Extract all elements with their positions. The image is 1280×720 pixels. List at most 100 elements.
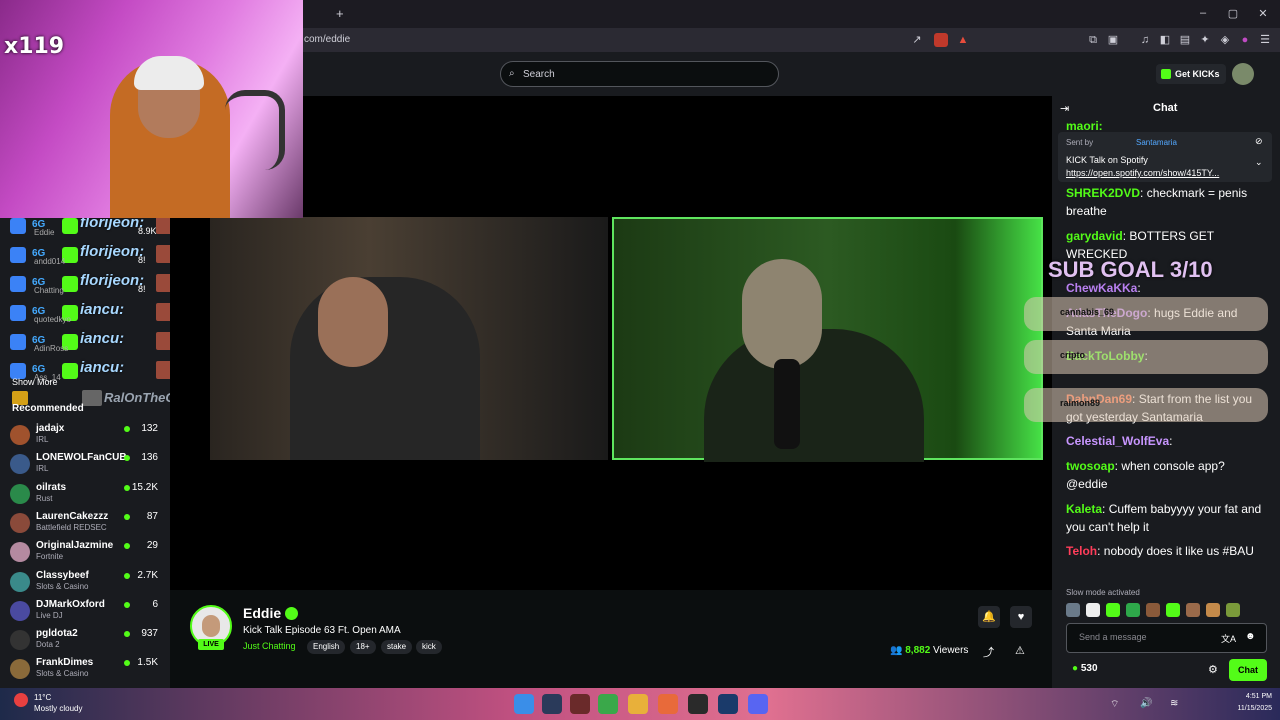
sidebar-channel-item[interactable]: jadajx IRL 132 — [10, 423, 170, 452]
steam-icon[interactable] — [718, 694, 738, 714]
volume-icon[interactable]: 🔊 — [1140, 698, 1152, 709]
tag-stake[interactable]: stake — [381, 640, 413, 654]
search-placeholder: Search — [523, 69, 555, 80]
notification-bell-icon[interactable]: 🔔 — [978, 606, 1000, 628]
get-kicks-button[interactable]: Get KICKs — [1156, 64, 1226, 84]
kicks-balance[interactable]: ● 530 — [1072, 663, 1098, 674]
streamer-name[interactable]: Eddie — [243, 605, 281, 621]
pinned-sender[interactable]: Santamaria — [1136, 138, 1177, 147]
taskbar-clock[interactable]: 4:51 PM — [1222, 693, 1272, 700]
wifi-icon[interactable]: ≋ — [1170, 698, 1178, 709]
chat-message-input[interactable] — [1079, 632, 1219, 642]
weather-temperature[interactable]: 11°C — [34, 693, 51, 702]
chat-input-box[interactable]: 文A ☻ — [1066, 623, 1267, 653]
screenshot-icon[interactable]: ▣ — [1106, 33, 1120, 47]
sidebar-channel-item[interactable]: oilrats Rust 15.2K — [10, 482, 170, 511]
show-more-link[interactable]: Show More — [12, 377, 58, 387]
send-chat-button[interactable]: Chat — [1229, 659, 1267, 681]
emote-icon[interactable] — [1206, 603, 1220, 617]
network-icon[interactable]: ⌔ — [1110, 698, 1119, 711]
channel-avatar — [10, 600, 30, 621]
chat-username[interactable]: SHREK2DVD — [1066, 186, 1140, 200]
taskbar-date[interactable]: 11/15/2025 — [1222, 705, 1272, 712]
emote-icon[interactable] — [1066, 603, 1080, 617]
follow-heart-icon[interactable]: ♥ — [1010, 606, 1032, 628]
maximize-icon[interactable]: ▢ — [1226, 7, 1240, 20]
chrome-icon[interactable] — [598, 694, 618, 714]
chat-username[interactable]: Teloh — [1066, 544, 1097, 558]
tag-18plus[interactable]: 18+ — [350, 640, 376, 654]
chat-message: SHREK2DVD: checkmark = penis breathe — [1066, 184, 1266, 220]
obs-icon[interactable] — [688, 694, 708, 714]
new-tab-button[interactable]: + — [336, 6, 344, 21]
chat-username[interactable]: Kaleta — [1066, 502, 1102, 516]
leo-icon[interactable]: ✦ — [1198, 33, 1212, 47]
collapse-chat-icon[interactable]: ⇥ — [1060, 102, 1069, 115]
report-icon[interactable]: ⚠ — [1015, 644, 1025, 657]
task-view-icon[interactable] — [542, 694, 562, 714]
sidebar-icon[interactable]: ◧ — [1158, 33, 1172, 47]
windows-start-icon[interactable] — [514, 694, 534, 714]
chat-username[interactable]: Celestial_WolfEva — [1066, 434, 1169, 448]
emote-icon[interactable] — [1106, 603, 1120, 617]
chat-username[interactable]: ChewKaKKa — [1066, 281, 1137, 295]
live-dot-icon — [124, 543, 130, 550]
sidebar-channel-item[interactable]: OriginalJazmine Fortnite 29 — [10, 540, 170, 569]
pinned-link[interactable]: https://open.spotify.com/show/415TY... — [1066, 168, 1256, 178]
emote-icon[interactable] — [1166, 603, 1180, 617]
channel-category: IRL — [36, 464, 49, 474]
chat-username[interactable]: twosoap — [1066, 459, 1115, 473]
video-feed-left — [210, 217, 608, 460]
channel-category: Battlefield REDSEC — [36, 522, 107, 532]
emote-icon[interactable] — [1226, 603, 1240, 617]
taskbar-app-icon[interactable] — [570, 694, 590, 714]
url-text[interactable]: com/eddie — [304, 34, 350, 45]
chat-settings-gear-icon[interactable]: ⚙ — [1208, 663, 1218, 676]
file-explorer-icon[interactable] — [628, 694, 648, 714]
music-icon[interactable]: ♫ — [1138, 33, 1152, 47]
weather-icon[interactable] — [14, 693, 28, 707]
translate-icon[interactable]: 文A — [1221, 632, 1236, 645]
emote-icon[interactable] — [1086, 603, 1100, 617]
sidebar-channel-item[interactable]: Classybeef Slots & Casino 2.7K — [10, 570, 170, 599]
emote-icon[interactable] — [1126, 603, 1140, 617]
discord-icon[interactable] — [748, 694, 768, 714]
sidebar-channel-item[interactable]: DJMarkOxford Live DJ 6 — [10, 599, 170, 628]
rewards-icon[interactable]: ▲ — [956, 33, 970, 47]
channel-viewers: 136 — [141, 452, 158, 464]
share-icon[interactable]: ↗ — [910, 33, 924, 47]
stream-category[interactable]: Just Chatting — [243, 641, 296, 651]
extension-icon[interactable]: ⧉ — [1086, 33, 1100, 47]
user-avatar[interactable] — [1232, 63, 1254, 85]
menu-icon[interactable]: ☰ — [1258, 33, 1272, 47]
brave-browser-icon[interactable] — [658, 694, 678, 714]
channel-viewers: 15.2K — [131, 481, 158, 493]
search-bar[interactable]: ⌕ Search — [500, 61, 779, 87]
unpin-icon[interactable]: ⊘ — [1255, 136, 1263, 147]
sidebar-channel-item[interactable]: LaurenCakezzz Battlefield REDSEC 87 — [10, 511, 170, 540]
chevron-down-icon[interactable]: ⌄ — [1255, 157, 1263, 168]
sidebar-channel-item[interactable]: LONEWOLFanCUB IRL 136 — [10, 452, 170, 481]
tag-kick[interactable]: kick — [416, 640, 442, 654]
tag-english[interactable]: English — [307, 640, 346, 654]
overlay-chat-bubble: raimon89 — [1024, 388, 1268, 422]
weather-description[interactable]: Mostly cloudy — [34, 704, 82, 713]
wallet-icon[interactable]: ▤ — [1178, 33, 1192, 47]
close-icon[interactable]: ✕ — [1256, 7, 1270, 20]
chat-username[interactable]: garydavid — [1066, 229, 1123, 243]
channel-name: pgldota2 — [36, 628, 78, 640]
share-stream-icon[interactable]: ⤴ — [983, 644, 994, 660]
vpn-icon[interactable]: ◈ — [1218, 33, 1232, 47]
emote-icon[interactable] — [1146, 603, 1160, 617]
sidebar-channel-item[interactable]: pgldota2 Dota 2 937 — [10, 628, 170, 657]
sidebar-channel-item[interactable]: FrankDimes Slots & Casino 1.5K — [10, 657, 170, 686]
alert-name: iancu: — [80, 330, 125, 347]
emote-icon[interactable] — [1186, 603, 1200, 617]
brave-shield-icon[interactable] — [934, 33, 948, 47]
viewer-number: 8,882 — [905, 645, 931, 656]
minimize-icon[interactable]: – — [1196, 7, 1210, 19]
channel-viewers: 937 — [141, 628, 158, 640]
profile-icon[interactable]: ● — [1238, 33, 1252, 47]
emote-quick-bar[interactable] — [1066, 603, 1266, 619]
emoji-icon[interactable]: ☻ — [1245, 631, 1256, 642]
